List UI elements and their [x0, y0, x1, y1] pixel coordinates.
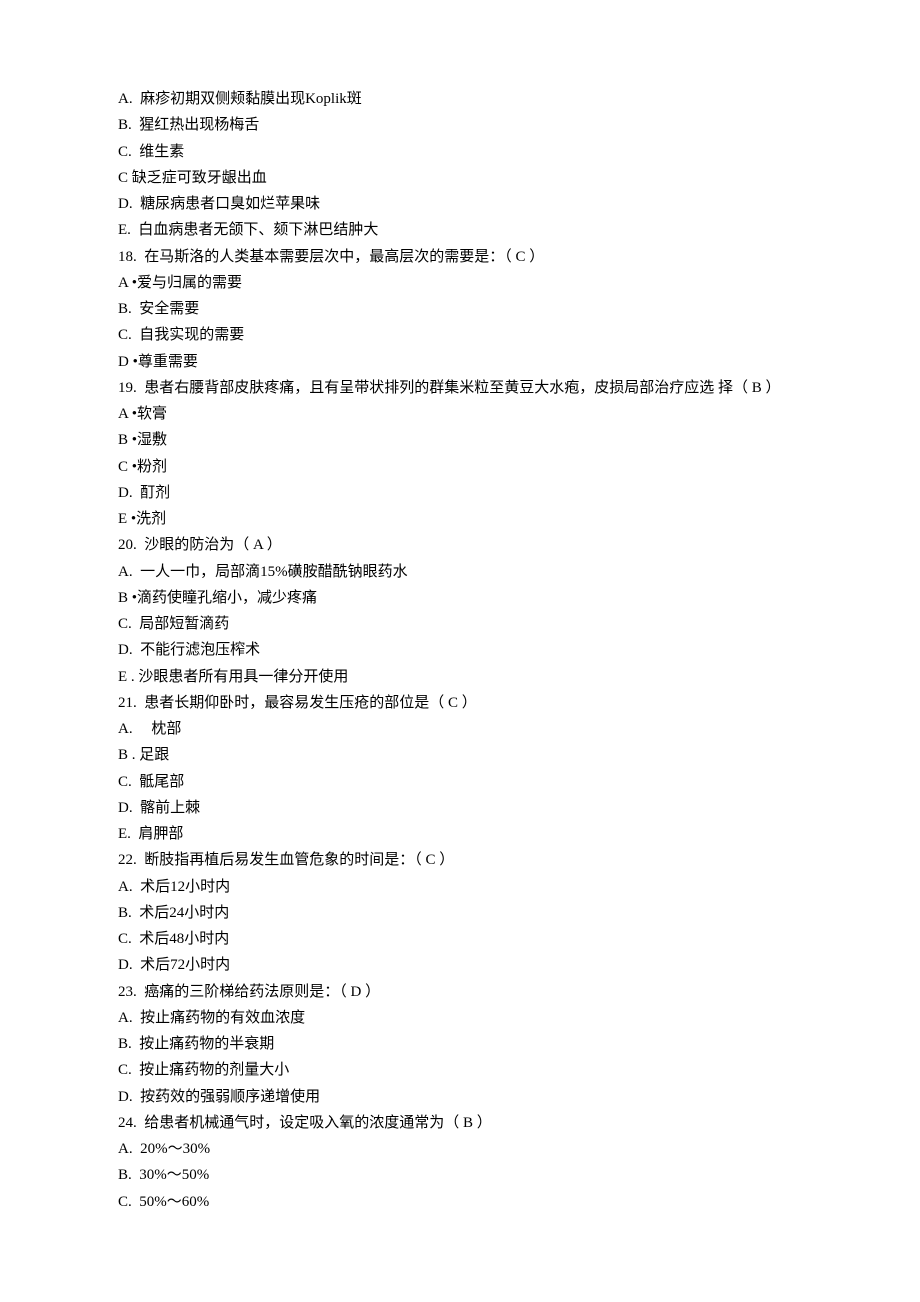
text-line: 20. 沙眼的防治为（ A ） — [118, 532, 802, 558]
text-line: D. 按药效的强弱顺序递增使用 — [118, 1084, 802, 1110]
text-line: 21. 患者长期仰卧时，最容易发生压疮的部位是（ C ） — [118, 690, 802, 716]
text-line: A. 一人一巾，局部滴15%磺胺醋酰钠眼药水 — [118, 559, 802, 585]
text-line: E. 肩胛部 — [118, 821, 802, 847]
text-line: D. 术后72小时内 — [118, 952, 802, 978]
text-line: B. 安全需要 — [118, 296, 802, 322]
text-line: A •软膏 — [118, 401, 802, 427]
text-line: C. 自我实现的需要 — [118, 322, 802, 348]
document-page: A. 麻疹初期双侧颊黏膜出现Koplik斑B. 猩红热出现杨梅舌C. 维生素C … — [0, 0, 920, 1302]
text-line: B •滴药使瞳孔缩小，减少疼痛 — [118, 585, 802, 611]
text-line: A. 枕部 — [118, 716, 802, 742]
text-line: 18. 在马斯洛的人类基本需要层次中，最高层次的需要是：（ C ） — [118, 244, 802, 270]
text-line: C. 骶尾部 — [118, 769, 802, 795]
text-line: D. 不能行滤泡压榨术 — [118, 637, 802, 663]
document-body: A. 麻疹初期双侧颊黏膜出现Koplik斑B. 猩红热出现杨梅舌C. 维生素C … — [118, 86, 802, 1215]
text-line: B. 按止痛药物的半衰期 — [118, 1031, 802, 1057]
text-line: C. 维生素 — [118, 139, 802, 165]
text-line: A. 术后12小时内 — [118, 874, 802, 900]
text-line: A •爱与归属的需要 — [118, 270, 802, 296]
text-line: B. 30%〜50% — [118, 1162, 802, 1188]
text-line: E. 白血病患者无颌下、颏下淋巴结肿大 — [118, 217, 802, 243]
text-line: D. 糖尿病患者口臭如烂苹果味 — [118, 191, 802, 217]
text-line: E •洗剂 — [118, 506, 802, 532]
text-line: C 缺乏症可致牙龈出血 — [118, 165, 802, 191]
text-line: A. 按止痛药物的有效血浓度 — [118, 1005, 802, 1031]
text-line: C. 术后48小时内 — [118, 926, 802, 952]
text-line: 23. 癌痛的三阶梯给药法原则是：（ D ） — [118, 979, 802, 1005]
text-line: C. 50%〜60% — [118, 1189, 802, 1215]
text-line: E . 沙眼患者所有用具一律分开使用 — [118, 664, 802, 690]
text-line: A. 麻疹初期双侧颊黏膜出现Koplik斑 — [118, 86, 802, 112]
text-line: B. 术后24小时内 — [118, 900, 802, 926]
text-line: D. 髂前上棘 — [118, 795, 802, 821]
text-line: D. 酊剂 — [118, 480, 802, 506]
text-line: A. 20%〜30% — [118, 1136, 802, 1162]
text-line: 22. 断肢指再植后易发生血管危象的时间是：（ C ） — [118, 847, 802, 873]
text-line: C. 按止痛药物的剂量大小 — [118, 1057, 802, 1083]
text-line: B. 猩红热出现杨梅舌 — [118, 112, 802, 138]
text-line: B •湿敷 — [118, 427, 802, 453]
text-line: C •粉剂 — [118, 454, 802, 480]
text-line: B . 足跟 — [118, 742, 802, 768]
text-line: 24. 给患者机械通气时，设定吸入氧的浓度通常为（ B ） — [118, 1110, 802, 1136]
text-line: 19. 患者右腰背部皮肤疼痛，且有呈带状排列的群集米粒至黄豆大水疱，皮损局部治疗… — [118, 375, 802, 401]
text-line: D •尊重需要 — [118, 349, 802, 375]
text-line: C. 局部短暂滴药 — [118, 611, 802, 637]
